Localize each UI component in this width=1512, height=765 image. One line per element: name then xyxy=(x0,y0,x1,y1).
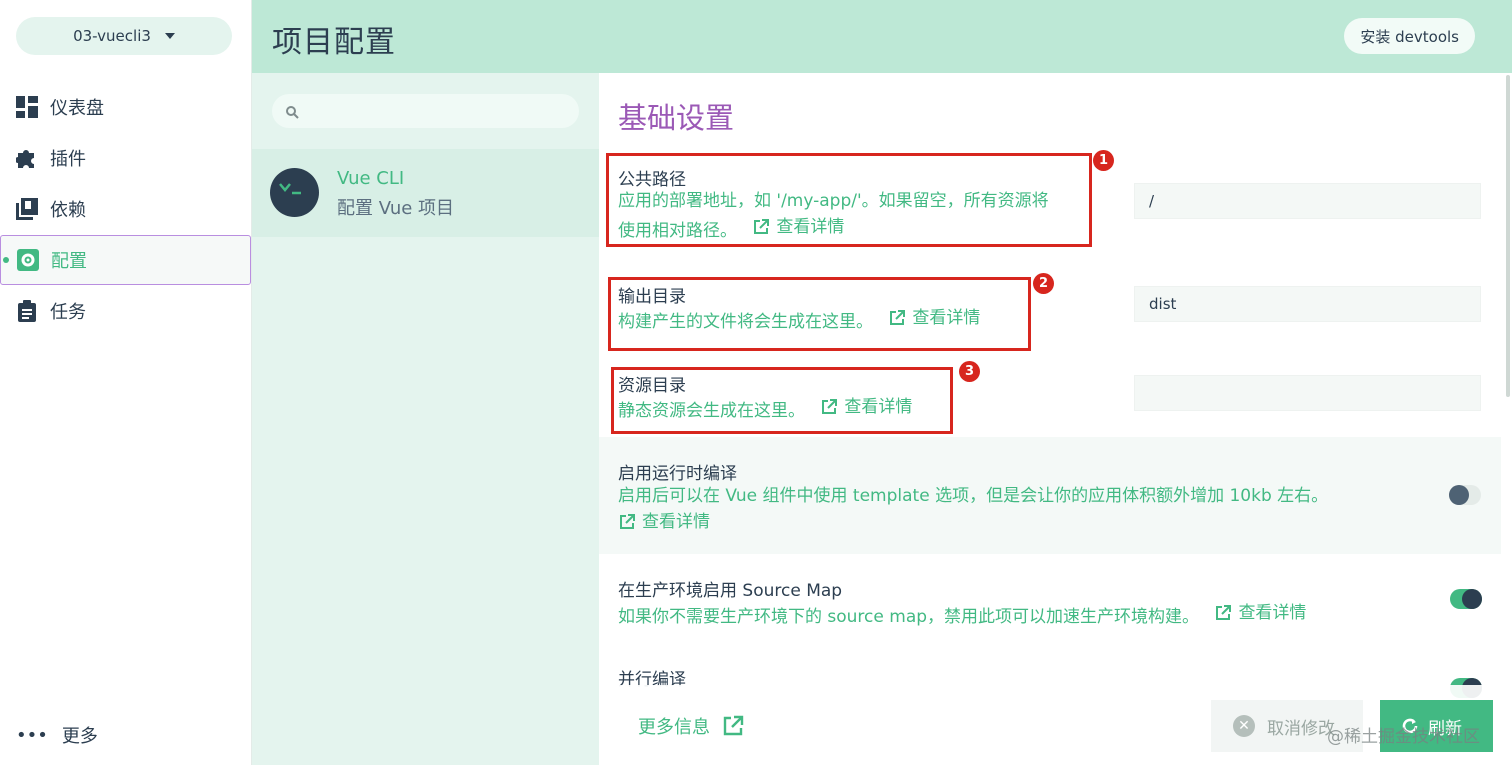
puzzle-icon xyxy=(16,147,38,169)
toggle-knob xyxy=(1462,589,1482,609)
prompt-description: 启用后可以在 Vue 组件中使用 template 选项，但是会让你的应用体积额… xyxy=(618,483,1328,539)
nav-more-label: 更多 xyxy=(61,726,98,747)
config-list-panel: Vue CLI 配置 Vue 项目 xyxy=(252,73,599,765)
nav-item-label: 依赖 xyxy=(50,200,86,221)
details-link[interactable]: 查看详情 xyxy=(1214,600,1306,626)
watermark: @稀土掘金技术社区 xyxy=(1327,727,1480,747)
cancel-label: 取消修改 xyxy=(1267,718,1335,739)
caret-down-icon xyxy=(164,33,175,39)
assets-dir-input[interactable] xyxy=(1134,375,1481,411)
public-path-input[interactable]: / xyxy=(1134,183,1481,219)
config-item-vue-cli[interactable]: Vue CLI 配置 Vue 项目 xyxy=(252,149,599,237)
annotation-box-2 xyxy=(608,277,1031,351)
prompt-source-map: 在生产环境启用 Source Map 如果你不需要生产环境下的 source m… xyxy=(599,554,1501,644)
annotation-badge-1: 1 xyxy=(1093,150,1114,171)
nav-item-label: 配置 xyxy=(51,251,87,272)
project-selector[interactable]: 03-vuecli3 xyxy=(16,17,232,55)
active-indicator xyxy=(3,257,9,263)
more-dots-icon: ••• xyxy=(16,724,48,746)
nav-item-label: 插件 xyxy=(50,149,86,170)
details-link-label: 查看详情 xyxy=(642,512,710,532)
search-icon xyxy=(285,104,299,123)
prompt-description-text: 启用后可以在 Vue 组件中使用 template 选项，但是会让你的应用体积额… xyxy=(618,486,1329,506)
page-title: 项目配置 xyxy=(272,25,396,60)
vue-cli-logo xyxy=(270,168,319,217)
toggle-knob xyxy=(1449,485,1469,505)
details-link-label: 查看详情 xyxy=(1238,603,1307,623)
prompt-description-text: 如果你不需要生产环境下的 source map，禁用此项可以加速生产环境构建。 xyxy=(618,607,1200,627)
source-map-toggle[interactable] xyxy=(1450,589,1482,609)
annotation-box-3 xyxy=(611,367,953,434)
nav-item-dependencies[interactable]: 依赖 xyxy=(0,184,251,234)
config-item-title: Vue CLI xyxy=(337,168,405,189)
more-info-link[interactable]: 更多信息 xyxy=(638,713,744,739)
install-devtools-button[interactable]: 安装 devtools xyxy=(1344,18,1475,54)
search-input[interactable] xyxy=(272,94,579,128)
content-scrollbar[interactable] xyxy=(1506,75,1510,397)
details-link[interactable]: 查看详情 xyxy=(618,509,710,535)
clipboard-icon xyxy=(16,300,38,322)
nav-item-label: 任务 xyxy=(50,302,86,323)
section-title: 基础设置 xyxy=(618,101,735,135)
left-nav: 03-vuecli3 仪表盘 插件 依赖 配置 任务 ••• 更多 xyxy=(0,0,252,765)
external-link-icon xyxy=(620,514,635,529)
annotation-badge-2: 2 xyxy=(1033,273,1054,294)
nav-item-plugins[interactable]: 插件 xyxy=(0,133,251,183)
nav-more[interactable]: ••• 更多 xyxy=(16,722,98,748)
more-info-label: 更多信息 xyxy=(638,717,710,738)
library-icon xyxy=(16,198,38,220)
prompt-title: 在生产环境启用 Source Map xyxy=(618,581,843,601)
nav-item-configuration[interactable]: 配置 xyxy=(0,235,251,285)
config-content: 基础设置 公共路径 应用的部署地址，如 '/my-app/'。如果留空，所有资源… xyxy=(599,73,1512,765)
annotation-box-1 xyxy=(606,153,1092,247)
top-header: 项目配置 安装 devtools xyxy=(252,0,1512,73)
prompt-runtime-compiler: 启用运行时编译 启用后可以在 Vue 组件中使用 template 选项，但是会… xyxy=(599,437,1501,554)
nav-item-tasks[interactable]: 任务 xyxy=(0,286,251,336)
prompt-description: 如果你不需要生产环境下的 source map，禁用此项可以加速生产环境构建。 … xyxy=(618,600,1306,630)
project-name: 03-vuecli3 xyxy=(73,27,151,45)
gear-icon xyxy=(17,249,39,271)
output-dir-input[interactable]: dist xyxy=(1134,286,1481,322)
prompt-title: 启用运行时编译 xyxy=(618,464,737,484)
nav-item-dashboard[interactable]: 仪表盘 xyxy=(0,82,251,132)
external-link-icon xyxy=(723,715,744,736)
dashboard-icon xyxy=(16,96,38,118)
annotation-badge-3: 3 xyxy=(959,361,980,382)
nav-item-label: 仪表盘 xyxy=(50,98,104,119)
external-link-icon xyxy=(1216,605,1232,620)
runtime-compiler-toggle[interactable] xyxy=(1449,485,1481,505)
config-item-subtitle: 配置 Vue 项目 xyxy=(337,198,455,219)
close-icon: ✕ xyxy=(1233,715,1255,737)
